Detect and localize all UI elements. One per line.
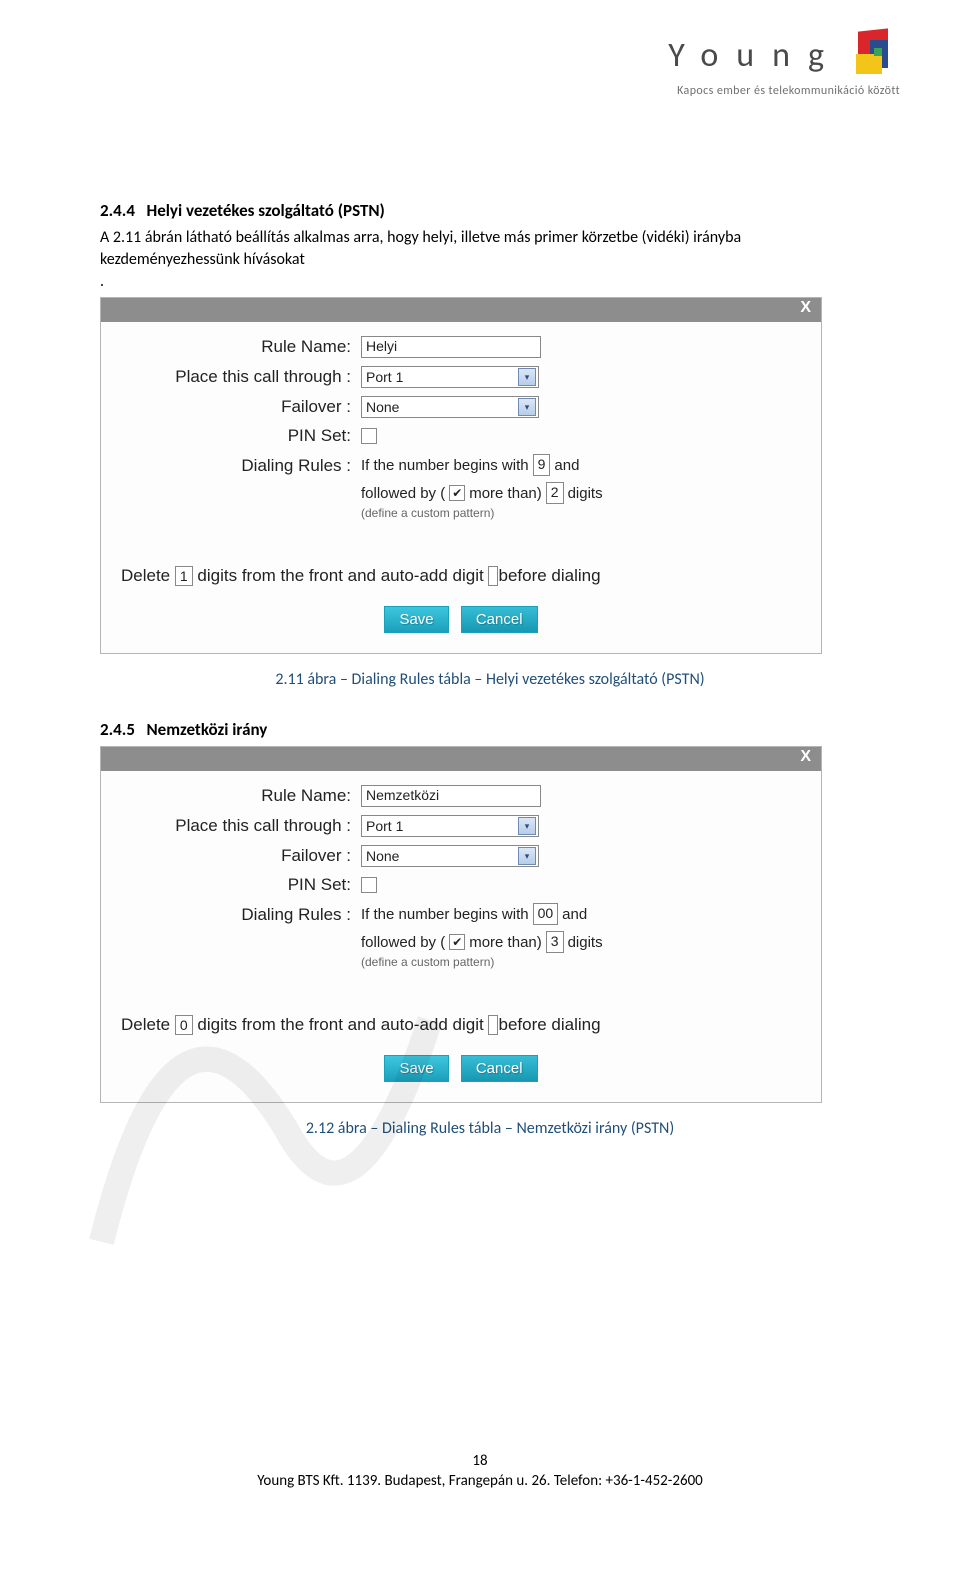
place-through-select[interactable]: Port 1 ▾ [361,815,539,837]
pin-set-checkbox[interactable] [361,877,377,893]
chevron-down-icon: ▾ [518,817,536,835]
figure-caption-211: 2.11 ábra – Dialing Rules tábla – Helyi … [100,670,880,689]
digits-count-input[interactable]: 3 [546,931,564,953]
logo-text: Young [668,35,842,76]
dialing-rules-label: Dialing Rules : [121,903,361,925]
rule-name-label: Rule Name: [121,337,361,357]
place-through-label: Place this call through : [121,816,361,836]
chevron-down-icon: ▾ [518,847,536,865]
failover-label: Failover : [121,846,361,866]
cancel-button[interactable]: Cancel [461,606,538,633]
rule-text: more than) [469,934,542,951]
save-button[interactable]: Save [384,606,448,633]
chevron-down-icon: ▾ [518,368,536,386]
failover-select[interactable]: None ▾ [361,396,539,418]
place-through-label: Place this call through : [121,367,361,387]
auto-add-input[interactable] [488,1015,498,1035]
custom-pattern-link[interactable]: (define a custom pattern) [361,955,801,969]
failover-select[interactable]: None ▾ [361,845,539,867]
rule-name-input[interactable]: Helyi [361,336,541,358]
section-heading-245: 2.4.5 Nemzetközi irány [100,719,880,740]
page-number: 18 [0,1452,960,1470]
period: . [100,272,880,291]
rule-text: If the number begins with [361,457,529,474]
rule-text: digits [568,485,603,502]
auto-add-input[interactable] [488,566,498,586]
pin-set-label: PIN Set: [121,875,361,895]
rule-text: and [562,906,587,923]
begins-with-input[interactable]: 00 [533,903,559,925]
page-footer: 18 Young BTS Kft. 1139. Budapest, Frange… [0,1452,960,1490]
custom-pattern-link[interactable]: (define a custom pattern) [361,506,801,520]
rule-text: followed by ( [361,934,445,951]
close-icon[interactable]: X [800,299,811,317]
cancel-button[interactable]: Cancel [461,1055,538,1082]
dialing-rules-label: Dialing Rules : [121,454,361,476]
delete-rule-line: Delete 1 digits from the front and auto-… [121,566,801,586]
delete-rule-line: Delete 0 digits from the front and auto-… [121,1015,801,1035]
rule-text: and [554,457,579,474]
dialing-rule-dialog-2: X Rule Name: Nemzetközi Place this call … [100,746,822,1103]
footer-line: Young BTS Kft. 1139. Budapest, Frangepán… [0,1472,960,1490]
delete-digits-input[interactable]: 0 [175,1015,193,1035]
rule-text: more than) [469,485,542,502]
digits-count-input[interactable]: 2 [546,482,564,504]
failover-label: Failover : [121,397,361,417]
save-button[interactable]: Save [384,1055,448,1082]
dialog-titlebar: X [101,298,821,322]
begins-with-input[interactable]: 9 [533,454,551,476]
figure-caption-212: 2.12 ábra – Dialing Rules tábla – Nemzet… [100,1119,880,1138]
dialing-rule-dialog-1: X Rule Name: Helyi Place this call throu… [100,297,822,654]
place-through-select[interactable]: Port 1 ▾ [361,366,539,388]
rule-name-input[interactable]: Nemzetközi [361,785,541,807]
tagline: Kapocs ember és telekommunikáció között [668,84,900,98]
section-body-244: A 2.11 ábrán látható beállítás alkalmas … [100,227,880,270]
dialog-titlebar: X [101,747,821,771]
chevron-down-icon: ▾ [518,398,536,416]
more-than-checkbox[interactable]: ✔ [449,485,465,501]
pin-set-label: PIN Set: [121,426,361,446]
brand-header: Young Kapocs ember és telekommunikáció k… [668,30,900,98]
rule-text: If the number begins with [361,906,529,923]
delete-digits-input[interactable]: 1 [175,566,193,586]
pin-set-checkbox[interactable] [361,428,377,444]
rule-text: followed by ( [361,485,445,502]
rule-text: digits [568,934,603,951]
more-than-checkbox[interactable]: ✔ [449,934,465,950]
close-icon[interactable]: X [800,748,811,766]
section-heading-244: 2.4.4 Helyi vezetékes szolgáltató (PSTN) [100,200,880,221]
rule-name-label: Rule Name: [121,786,361,806]
logo-icon [850,30,900,80]
